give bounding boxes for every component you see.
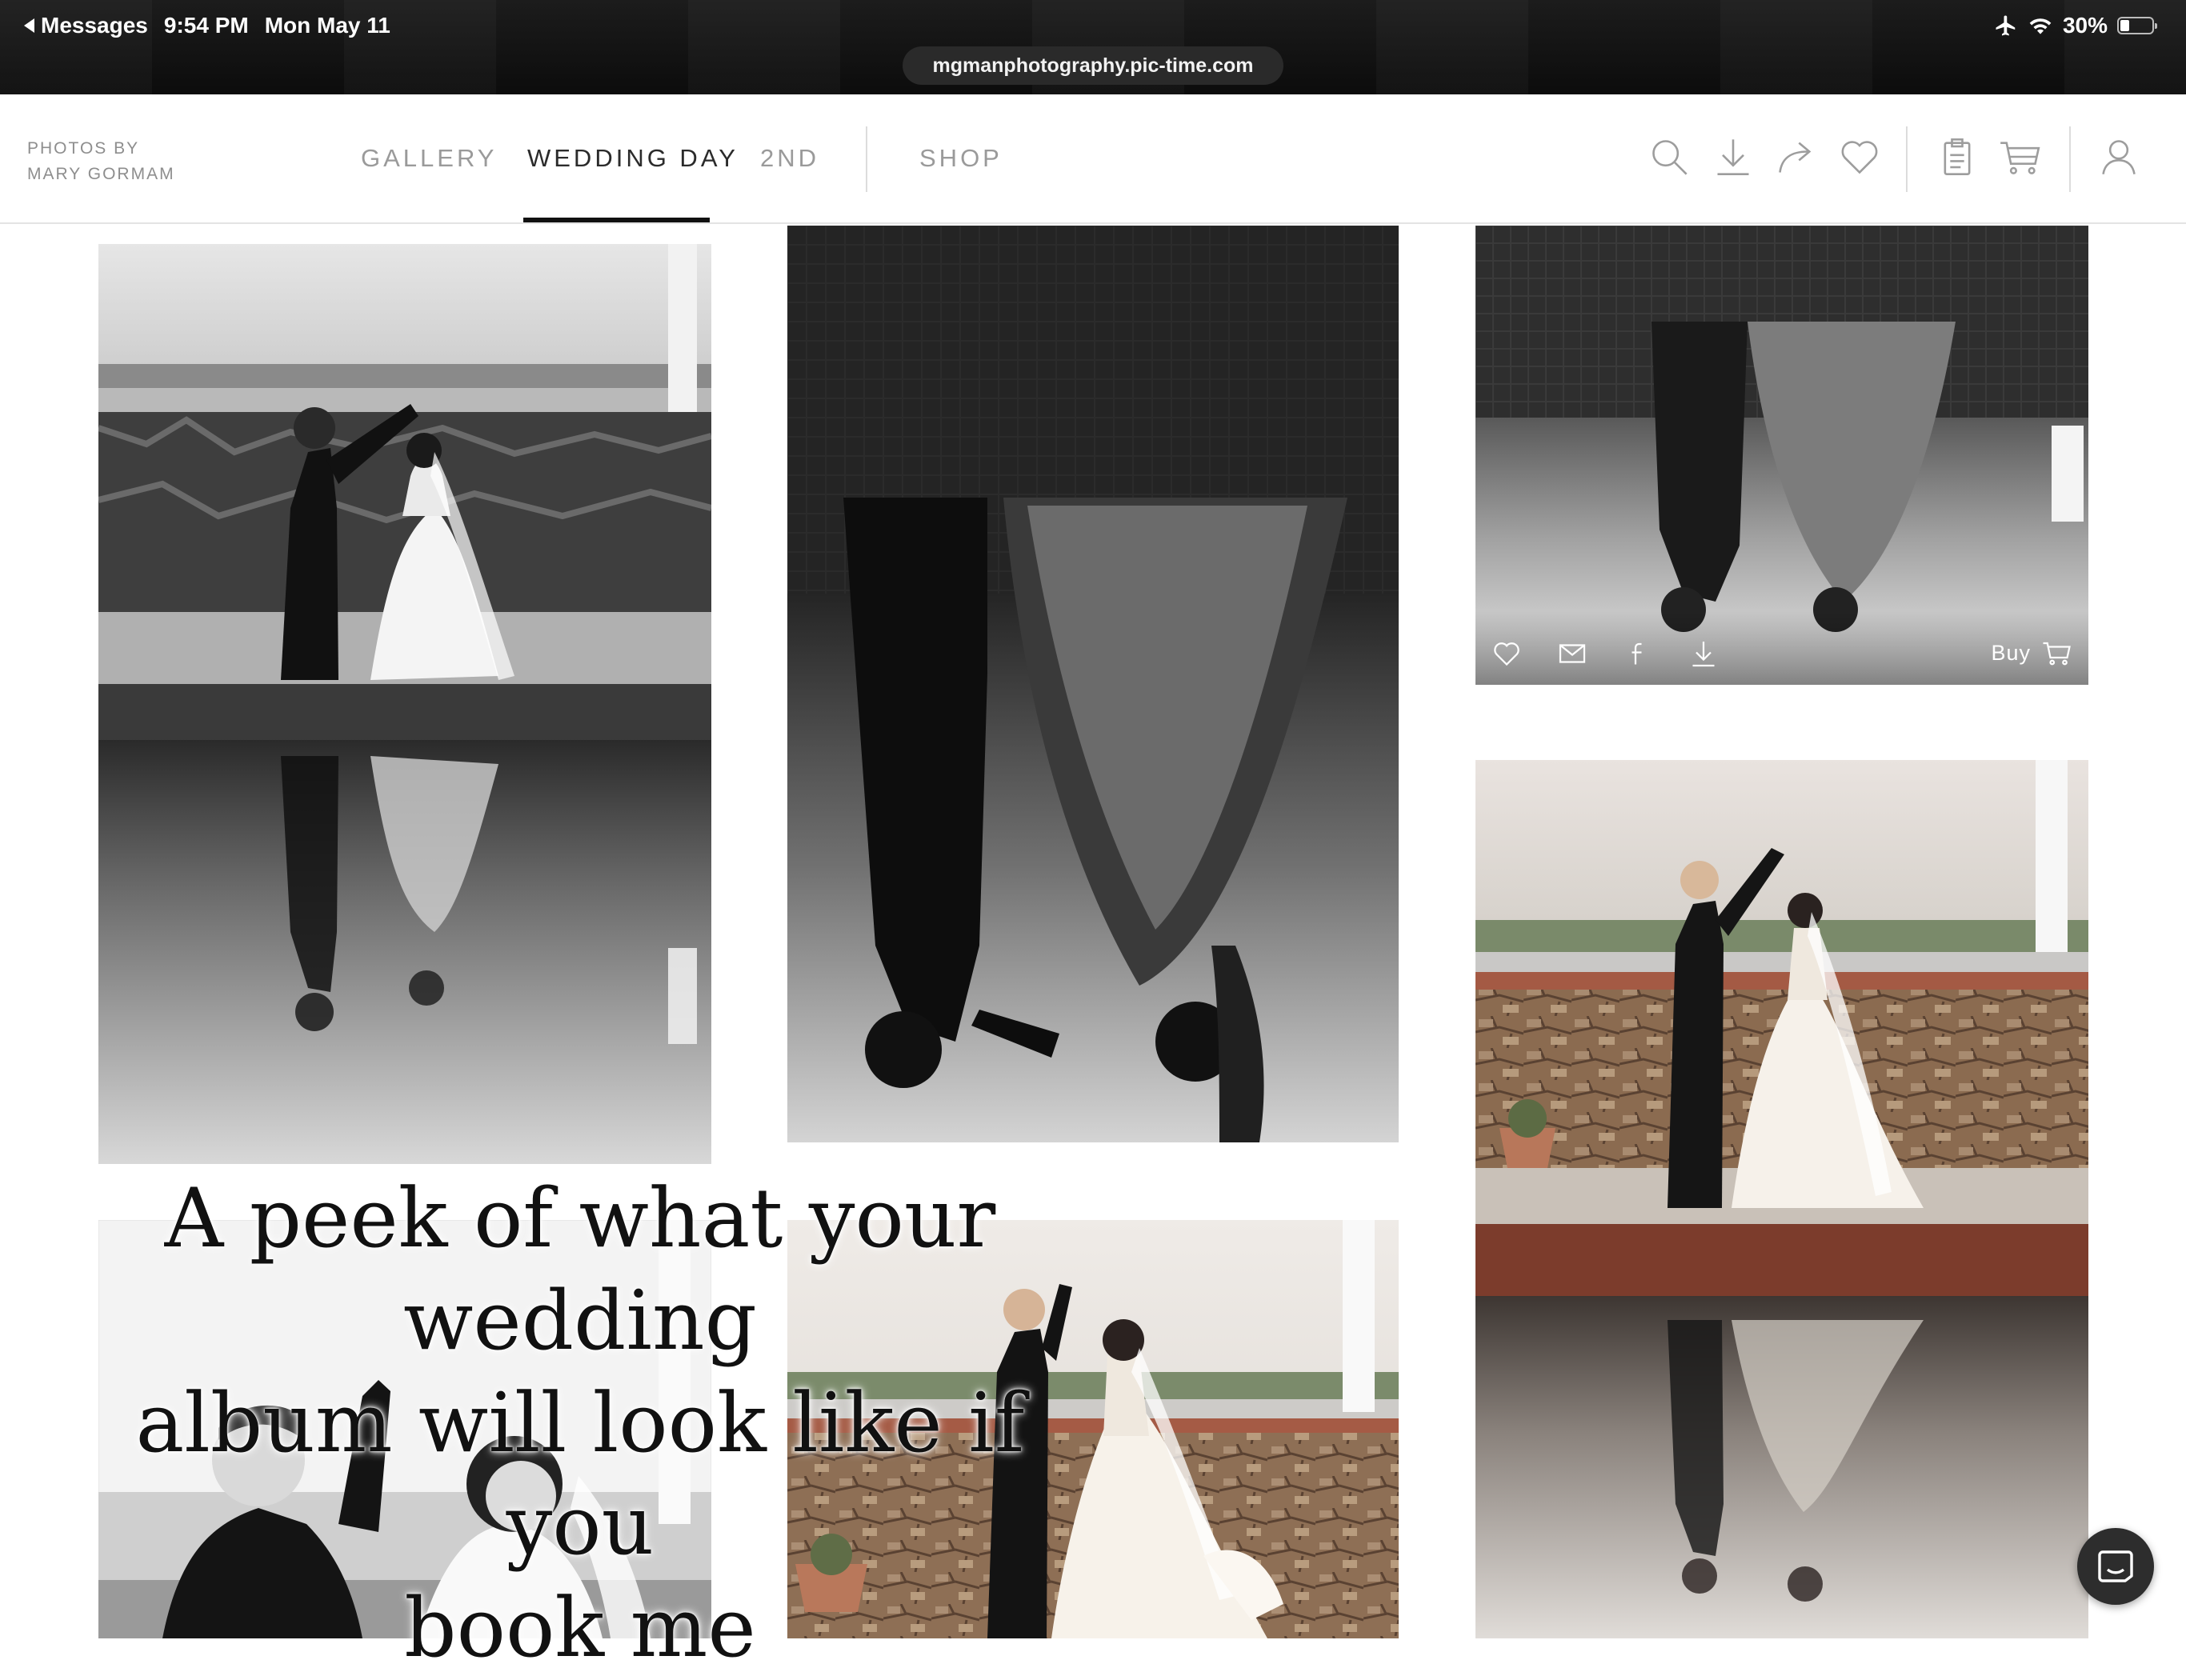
toolbar-divider	[1906, 126, 1908, 192]
nav-2nd[interactable]: 2ND	[760, 144, 819, 173]
nav-gallery[interactable]: GALLERY	[361, 144, 497, 173]
photo-hover-bar: Buy	[1475, 611, 2088, 685]
download-icon	[1717, 139, 1749, 175]
wifi-icon	[2029, 18, 2052, 34]
gallery-photo[interactable]: Buy	[1475, 226, 2088, 685]
nav-shop[interactable]: SHOP	[919, 144, 1003, 173]
battery-icon	[2117, 17, 2157, 34]
overlay-caption: A peek of what your wedding album will l…	[64, 1168, 1096, 1680]
chat-icon	[2098, 1550, 2133, 1582]
brand-line-1: PHOTOS BY	[27, 139, 140, 158]
brand-line-2: MARY GORMAM	[27, 165, 175, 183]
orders-button[interactable]	[1933, 133, 1981, 181]
account-icon	[2102, 140, 2136, 174]
battery-percent: 30%	[2062, 13, 2108, 38]
photo-email-button[interactable]	[1557, 638, 1587, 669]
gallery-photo[interactable]	[787, 226, 1399, 1142]
toolbar-divider-2	[2069, 126, 2071, 192]
caption-line-1: A peek of what your wedding	[164, 1171, 996, 1369]
heart-icon	[1494, 642, 1519, 666]
airplane-icon	[1996, 15, 2016, 36]
brand-logo[interactable]: PHOTOS BY MARY GORMAM	[27, 136, 175, 187]
gallery-photo[interactable]	[1475, 760, 2088, 1638]
gallery-photo[interactable]	[98, 244, 711, 1164]
url-text: mgmanphotography.pic-time.com	[932, 54, 1254, 77]
battery-level	[2120, 20, 2130, 31]
caption-line-2: album will look like if you	[135, 1376, 1025, 1574]
photo-facebook-button[interactable]	[1623, 638, 1653, 669]
photo-download-button[interactable]	[1688, 638, 1719, 669]
download-icon	[1692, 642, 1715, 667]
cart-button[interactable]	[1996, 133, 2044, 181]
facebook-icon	[1631, 642, 1642, 665]
photo-image	[98, 244, 711, 1164]
cart-icon	[2043, 642, 2071, 666]
heart-icon	[1841, 141, 1878, 174]
status-right: 30%	[1994, 10, 2157, 42]
status-time: 9:54 PM	[163, 13, 249, 38]
photo-image	[787, 226, 1399, 1142]
photo-image	[1475, 760, 2088, 1638]
back-arrow-icon	[24, 18, 34, 33]
url-bar[interactable]: mgmanphotography.pic-time.com	[903, 46, 1283, 85]
clipboard-icon	[1944, 138, 1971, 175]
share-icon	[1779, 142, 1812, 173]
search-icon	[1652, 140, 1688, 175]
caption-line-3: book me	[404, 1581, 756, 1676]
status-bar: Messages 9:54 PM Mon May 11 30% mgmanpho…	[0, 0, 2186, 94]
buy-label: Buy	[1991, 640, 2031, 665]
chat-button[interactable]	[2077, 1528, 2154, 1605]
share-button[interactable]	[1772, 133, 1820, 181]
download-all-button[interactable]	[1709, 133, 1757, 181]
favorites-button[interactable]	[1836, 133, 1884, 181]
nav-wedding-day[interactable]: WEDDING DAY	[527, 144, 739, 173]
account-button[interactable]	[2095, 133, 2143, 181]
active-tab-indicator	[523, 218, 710, 222]
site-header: PHOTOS BY MARY GORMAM GALLERY WEDDING DA…	[0, 94, 2186, 224]
nav-divider	[866, 126, 867, 192]
mail-icon	[1559, 644, 1586, 663]
search-button[interactable]	[1645, 133, 1693, 181]
status-date: Mon May 11	[264, 13, 390, 38]
photo-actions	[1491, 638, 1719, 669]
back-label: Messages	[41, 13, 148, 38]
status-left: Messages 9:54 PM Mon May 11	[24, 10, 390, 42]
cart-icon	[2000, 142, 2040, 174]
back-to-messages[interactable]: Messages	[24, 13, 148, 38]
photo-favorite-button[interactable]	[1491, 638, 1522, 669]
photo-buy-button[interactable]: Buy	[1991, 638, 2072, 667]
